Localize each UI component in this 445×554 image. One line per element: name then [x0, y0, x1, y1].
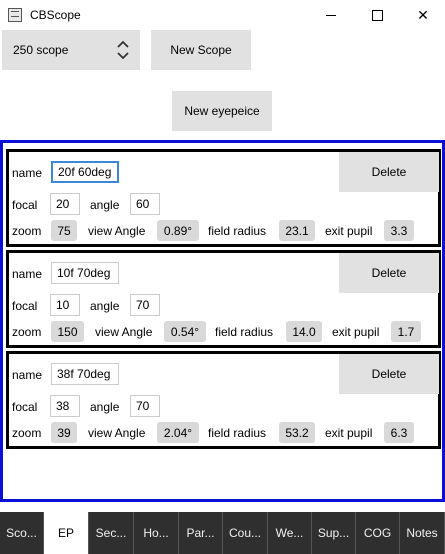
exit-pupil-value: 3.3: [384, 220, 414, 241]
angle-label: angle: [90, 299, 120, 313]
eyepiece-name-input[interactable]: 20f 60deg: [51, 161, 119, 183]
focal-input[interactable]: 20: [50, 193, 80, 215]
view-angle-value: 2.04°: [157, 422, 199, 443]
window-title: CBScope: [30, 8, 81, 22]
eyepiece-name-input[interactable]: 38f 70deg: [51, 363, 119, 385]
tab-cog[interactable]: COG: [356, 512, 400, 554]
name-label: name: [12, 267, 43, 281]
view-angle-value: 0.89°: [157, 220, 199, 241]
delete-button[interactable]: Delete: [339, 152, 439, 192]
tab-cou[interactable]: Cou...: [223, 512, 268, 554]
field-radius-label: field radius: [208, 224, 267, 238]
zoom-value: 39: [51, 422, 77, 443]
exit-pupil-label: exit pupil: [332, 325, 380, 339]
name-label: name: [12, 166, 43, 180]
eyepiece-card: name 10f 70deg Delete focal 10 angle 70 …: [6, 250, 441, 348]
tab-scope[interactable]: Sco...: [0, 512, 44, 554]
eyepiece-name-input[interactable]: 10f 70deg: [51, 262, 119, 284]
field-radius-value: 23.1: [279, 220, 315, 241]
tab-sec[interactable]: Sec...: [89, 512, 134, 554]
zoom-label: zoom: [12, 426, 42, 440]
field-radius-value: 14.0: [286, 321, 322, 342]
exit-pupil-value: 6.3: [384, 422, 414, 443]
angle-input[interactable]: 60: [130, 193, 160, 215]
tab-notes[interactable]: Notes: [400, 512, 445, 554]
angle-label: angle: [90, 400, 120, 414]
view-angle-label: view Angle: [88, 224, 146, 238]
scope-spinner[interactable]: 250 scope: [2, 30, 140, 70]
angle-input[interactable]: 70: [130, 395, 160, 417]
zoom-value: 150: [51, 321, 84, 342]
eyepiece-list-panel[interactable]: name 20f 60deg Delete focal 20 angle 60 …: [0, 140, 445, 502]
focal-label: focal: [12, 400, 38, 414]
focal-label: focal: [12, 198, 38, 212]
spinner-arrows-icon[interactable]: [116, 39, 130, 61]
field-radius-label: field radius: [208, 426, 267, 440]
minimize-button[interactable]: [308, 0, 354, 31]
view-angle-label: view Angle: [95, 325, 153, 339]
tab-par[interactable]: Par...: [179, 512, 223, 554]
tab-sup[interactable]: Sup...: [312, 512, 356, 554]
focal-input[interactable]: 38: [50, 395, 80, 417]
zoom-value: 75: [51, 220, 77, 241]
delete-button[interactable]: Delete: [339, 354, 439, 394]
exit-pupil-label: exit pupil: [325, 224, 373, 238]
minimize-icon: [326, 15, 336, 16]
focal-input[interactable]: 10: [50, 294, 80, 316]
tab-we[interactable]: We...: [268, 512, 312, 554]
new-scope-button[interactable]: New Scope: [151, 30, 251, 70]
close-icon: ✕: [417, 7, 429, 23]
zoom-label: zoom: [12, 224, 42, 238]
maximize-icon: [371, 10, 383, 21]
tab-bar: Sco... EP Sec... Ho... Par... Cou... We.…: [0, 512, 445, 554]
field-radius-value: 53.2: [279, 422, 315, 443]
zoom-label: zoom: [12, 325, 42, 339]
angle-input[interactable]: 70: [130, 294, 160, 316]
tab-ho[interactable]: Ho...: [134, 512, 179, 554]
view-angle-value: 0.54°: [164, 321, 206, 342]
eyepiece-card: name 20f 60deg Delete focal 20 angle 60 …: [6, 149, 441, 247]
exit-pupil-label: exit pupil: [325, 426, 373, 440]
eyepiece-card: name 38f 70deg Delete focal 38 angle 70 …: [6, 351, 441, 449]
title-bar: CBScope ✕: [0, 0, 445, 31]
scope-spinner-value: 250 scope: [13, 43, 69, 57]
angle-label: angle: [90, 198, 120, 212]
view-angle-label: view Angle: [88, 426, 146, 440]
field-radius-label: field radius: [215, 325, 274, 339]
new-eyepiece-button[interactable]: New eyepeice: [172, 91, 272, 131]
app-icon: [8, 8, 22, 22]
exit-pupil-value: 1.7: [391, 321, 421, 342]
focal-label: focal: [12, 299, 38, 313]
maximize-button[interactable]: [354, 0, 400, 31]
tab-ep[interactable]: EP: [44, 512, 89, 554]
name-label: name: [12, 368, 43, 382]
delete-button[interactable]: Delete: [339, 253, 439, 293]
close-button[interactable]: ✕: [400, 0, 445, 31]
